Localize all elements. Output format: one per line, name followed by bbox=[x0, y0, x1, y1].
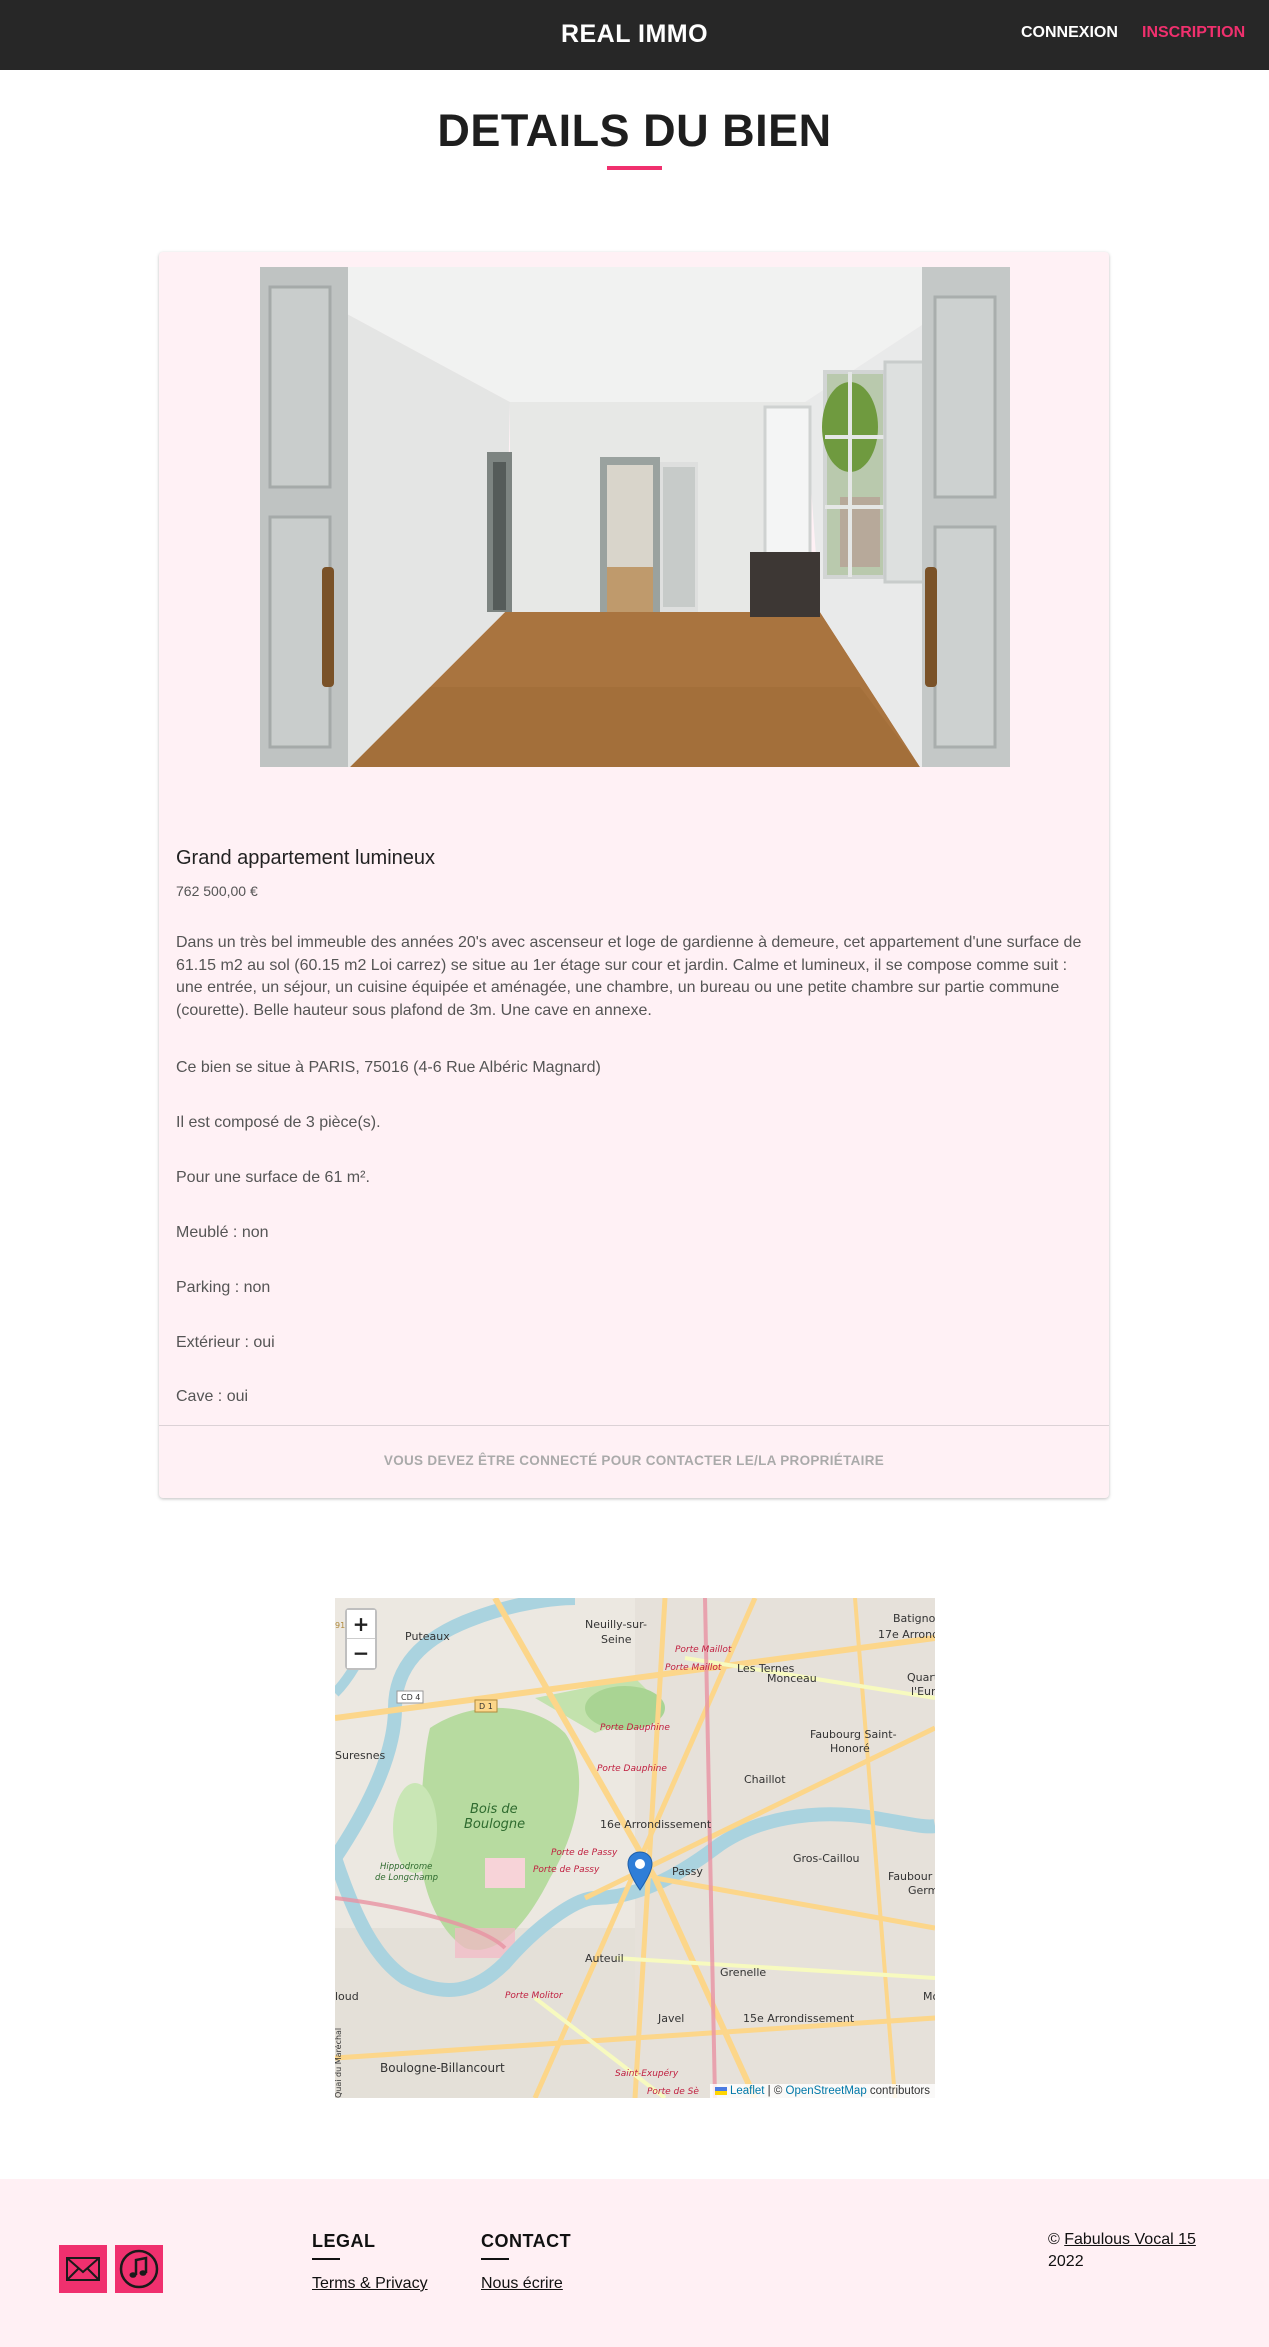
property-furnished: Meublé : non bbox=[176, 1224, 269, 1241]
contact-link[interactable]: Nous écrire bbox=[481, 2275, 563, 2293]
map-marker-icon[interactable] bbox=[627, 1851, 653, 1891]
map-label: Passy bbox=[672, 1865, 703, 1878]
property-parking: Parking : non bbox=[176, 1279, 271, 1296]
contact-owner-notice: VOUS DEVEZ ÊTRE CONNECTÉ POUR CONTACTER … bbox=[383, 1453, 885, 1468]
footer-legal-heading: LEGAL bbox=[312, 2231, 376, 2251]
property-cellar: Cave : oui bbox=[176, 1388, 249, 1405]
ukraine-flag-icon bbox=[714, 2086, 727, 2095]
map-label: Boulogne-Billancourt bbox=[380, 2061, 505, 2075]
footer-contact-heading: CONTACT bbox=[481, 2231, 572, 2251]
page-title: DETAILS DU BIEN bbox=[437, 105, 832, 156]
map-label: Porte de Sè bbox=[647, 2086, 699, 2097]
title-underline bbox=[607, 166, 662, 170]
attribution-tail: contributors bbox=[866, 2085, 930, 2097]
map-label: Les Ternes bbox=[737, 1662, 795, 1675]
property-photo bbox=[260, 267, 1010, 767]
map-attribution: Leaflet | © OpenStreetMap contributors bbox=[709, 2084, 935, 2098]
map-label: Chaillot bbox=[744, 1773, 786, 1786]
map-label: Puteaux bbox=[405, 1630, 450, 1643]
leaflet-link[interactable]: Leaflet bbox=[730, 2085, 765, 2097]
map-label: Boulogne bbox=[464, 1817, 525, 1832]
map-label: Porte Maillot bbox=[665, 1663, 722, 1673]
openstreetmap-link[interactable]: OpenStreetMap bbox=[786, 2085, 867, 2097]
property-description: Dans un très bel immeuble des années 20'… bbox=[176, 934, 1082, 1019]
map-label: Porte Dauphine bbox=[600, 1723, 670, 1733]
terms-link[interactable]: Terms & Privacy bbox=[312, 2275, 428, 2293]
property-rooms: Il est composé de 3 pièce(s). bbox=[176, 1114, 381, 1131]
zoom-in-button[interactable]: + bbox=[347, 1610, 375, 1639]
map-label: Porte Dauphine bbox=[597, 1764, 667, 1774]
property-surface: Pour une surface de 61 m². bbox=[176, 1169, 370, 1186]
map-label: Batignol bbox=[893, 1612, 935, 1625]
map-label: Porte Maillot bbox=[675, 1645, 732, 1655]
map-label: Javel bbox=[657, 2012, 684, 2025]
card-divider bbox=[159, 1425, 1109, 1426]
map-label: Porte de Passy bbox=[533, 1865, 600, 1875]
property-location: Ce bien se situe à PARIS, 75016 (4-6 Rue… bbox=[176, 1059, 601, 1076]
map-label: Grenelle bbox=[720, 1966, 766, 1979]
map-label: Bois de bbox=[470, 1802, 518, 1817]
map-label: Hippodrome bbox=[380, 1862, 432, 1872]
zoom-out-button[interactable]: − bbox=[347, 1639, 375, 1668]
copyright-symbol: © bbox=[1048, 2231, 1065, 2248]
music-icon[interactable] bbox=[115, 2245, 163, 2293]
property-title: Grand appartement lumineux bbox=[176, 847, 436, 869]
attribution-separator: | © bbox=[764, 2085, 786, 2097]
top-navbar: REAL IMMO CONNEXION INSCRIPTION bbox=[0, 0, 1269, 70]
map-label: 17e Arrond bbox=[878, 1628, 935, 1641]
footer-contact-underline bbox=[481, 2258, 509, 2260]
copyright-owner-link[interactable]: Fabulous Vocal 15 bbox=[1064, 2231, 1196, 2248]
footer: LEGAL Terms & Privacy CONTACT Nous écrir… bbox=[0, 2179, 1269, 2347]
map-label: loud bbox=[335, 1990, 359, 2003]
signup-link[interactable]: INSCRIPTION bbox=[1142, 0, 1245, 68]
map-label: Faubourg Saint- bbox=[810, 1728, 897, 1741]
map-label: 91 bbox=[335, 1621, 345, 1630]
copyright: © Fabulous Vocal 15 2022 bbox=[1048, 2229, 1196, 2273]
map-label: Mo bbox=[923, 1990, 935, 2003]
map-label: 16e Arrondissement bbox=[600, 1818, 712, 1831]
property-price: 762 500,00 € bbox=[176, 883, 258, 899]
property-outdoor: Extérieur : oui bbox=[176, 1334, 275, 1351]
map-label: 15e Arrondissement bbox=[743, 2012, 855, 2025]
map-label: Honoré bbox=[830, 1742, 870, 1755]
footer-legal-underline bbox=[312, 2258, 340, 2260]
map-label: Porte Molitor bbox=[505, 1991, 564, 2001]
map-label: Gros-Caillou bbox=[793, 1852, 860, 1865]
location-map[interactable]: Neuilly-sur- Seine Puteaux Batignol 17e … bbox=[335, 1598, 935, 2098]
map-label: Saint-Exupéry bbox=[615, 2068, 679, 2079]
property-card: Grand appartement lumineux 762 500,00 € … bbox=[159, 252, 1109, 1498]
zoom-control: + − bbox=[345, 1608, 377, 1670]
map-label: Suresnes bbox=[335, 1749, 385, 1762]
login-link[interactable]: CONNEXION bbox=[1021, 0, 1118, 68]
map-label: Porte de Passy bbox=[551, 1848, 618, 1858]
map-label: Germ bbox=[908, 1884, 935, 1897]
map-label: Seine bbox=[601, 1633, 632, 1646]
copyright-year: 2022 bbox=[1048, 2253, 1084, 2270]
map-label: l'Eur bbox=[911, 1685, 935, 1698]
map-label: Quart bbox=[907, 1671, 935, 1684]
map-label: CD 4 bbox=[401, 1693, 420, 1702]
map-label: Auteuil bbox=[585, 1952, 624, 1965]
map-label: Neuilly-sur- bbox=[585, 1618, 647, 1631]
map-label: de Longchamp bbox=[375, 1873, 438, 1883]
mail-icon[interactable] bbox=[59, 2245, 107, 2293]
map-label: Quai du Maréchal bbox=[335, 2028, 343, 2098]
map-label: Faubour bbox=[888, 1870, 933, 1883]
map-label: D 1 bbox=[479, 1702, 493, 1711]
